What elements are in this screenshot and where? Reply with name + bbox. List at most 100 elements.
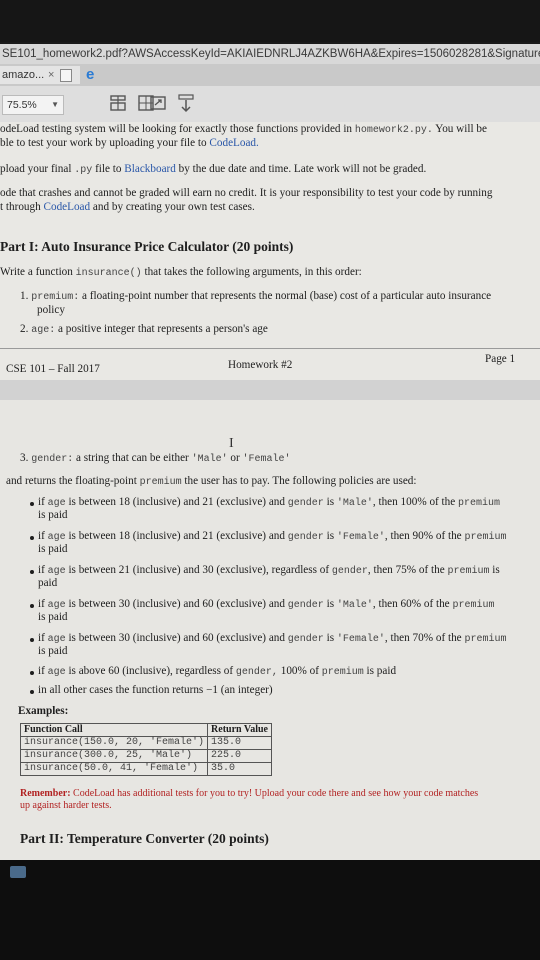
- table-row: insurance(50.0, 41, 'Female') 35.0: [19, 762, 272, 776]
- table-header-row: Function Call Return Value: [19, 723, 272, 737]
- code-ext: .py: [74, 165, 93, 176]
- fit-page-icon[interactable]: [108, 94, 128, 114]
- bullet: [30, 638, 34, 642]
- table-cell: 135.0: [207, 736, 272, 750]
- text: if: [38, 632, 45, 644]
- text: t through: [0, 201, 41, 213]
- tab-amazon[interactable]: amazo... ×: [0, 66, 80, 84]
- text: pload your final: [0, 163, 72, 175]
- table-cell: insurance(150.0, 20, 'Female'): [19, 736, 209, 750]
- text: by the due date and time. Late work will…: [178, 163, 427, 175]
- text: 100% of: [280, 665, 319, 677]
- text: is between 21 (inclusive) and 30 (exclus…: [68, 564, 330, 576]
- text: and returns the floating-point: [6, 475, 137, 487]
- text: is: [492, 564, 500, 576]
- list-number: 2.: [20, 323, 29, 335]
- code-value: premium: [452, 600, 495, 611]
- code-value: 'Male': [336, 600, 373, 611]
- table-cell: insurance(50.0, 41, 'Female'): [19, 762, 209, 776]
- part1-title: Part I: Auto Insurance Price Calculator …: [0, 239, 294, 254]
- text: , then 60% of the: [372, 598, 450, 610]
- text: is between 18 (inclusive) and 21 (exclus…: [68, 530, 285, 542]
- code-value: gender: [331, 566, 368, 577]
- footer-course: CSE 101 – Fall 2017: [6, 363, 100, 375]
- text: a floating-point number that represents …: [82, 290, 492, 302]
- code-value: gender: [287, 498, 324, 509]
- text: is between 30 (inclusive) and 60 (exclus…: [68, 632, 285, 644]
- top-bezel: [0, 0, 540, 42]
- rule-4: if age is between 30 (inclusive) and 60 …: [38, 597, 494, 613]
- bullet: [30, 570, 34, 574]
- code-value: premium: [464, 532, 507, 543]
- download-icon[interactable]: [176, 94, 196, 114]
- new-tab-icon[interactable]: [60, 69, 72, 82]
- bottom-bezel: [0, 860, 540, 960]
- close-tab-icon[interactable]: ×: [48, 66, 54, 84]
- remember-label: Remember:: [20, 788, 71, 799]
- text: or: [230, 452, 240, 464]
- code-value: gender: [287, 634, 324, 645]
- text: a positive integer that represents a per…: [58, 323, 268, 335]
- paragraph-crash-2: t through CodeLoad and by creating your …: [0, 200, 255, 214]
- examples-table: Function Call Return Value insurance(150…: [19, 723, 272, 776]
- bullet: [30, 671, 34, 675]
- code-value: 'Male': [191, 454, 228, 465]
- remember-note-2: up against harder tests.: [20, 800, 112, 811]
- rule-3: if age is between 21 (inclusive) and 30 …: [38, 563, 500, 579]
- code-value: gender,: [235, 667, 278, 678]
- text: is: [326, 632, 335, 644]
- table-cell: 35.0: [207, 762, 272, 776]
- zoom-value: 75.5%: [7, 99, 37, 111]
- chat-bubble-icon[interactable]: [10, 866, 26, 878]
- rule-5-cont: is paid: [38, 645, 68, 657]
- code-value: 'Female': [336, 532, 385, 543]
- examples-label: Examples:: [18, 705, 69, 717]
- function-intro: Write a function insurance() that takes …: [0, 265, 362, 281]
- rotate-icon[interactable]: [148, 94, 168, 114]
- text: a string that can be either: [76, 452, 189, 464]
- remember-note: Remember: CodeLoad has additional tests …: [20, 788, 478, 800]
- arg-age: 2. age: a positive integer that represen…: [20, 322, 268, 338]
- part2-title: Part II: Temperature Converter (20 point…: [20, 831, 269, 846]
- code-value: premium: [464, 634, 507, 645]
- text: , then 90% of the: [384, 530, 462, 542]
- text-cursor-icon: I: [229, 436, 234, 451]
- text: and by creating your own test cases.: [92, 201, 255, 213]
- address-bar[interactable]: SE101_homework2.pdf?AWSAccessKeyId=AKIAI…: [0, 44, 540, 64]
- bullet: [30, 536, 34, 540]
- text: is: [326, 530, 335, 542]
- text: if: [38, 598, 45, 610]
- codeload-link[interactable]: CodeLoad.: [209, 137, 258, 149]
- text: that takes the following arguments, in t…: [144, 266, 362, 278]
- paragraph-upload: pload your final .py file to Blackboard …: [0, 162, 426, 178]
- table-cell: insurance(300.0, 25, 'Male'): [19, 749, 209, 763]
- zoom-select[interactable]: 75.5% ▼: [2, 95, 64, 115]
- codeload-link[interactable]: CodeLoad: [44, 201, 91, 213]
- tab-strip: amazo... × e: [0, 64, 540, 86]
- bullet: [30, 502, 34, 506]
- text: , then 100% of the: [372, 496, 456, 508]
- list-number: 3.: [20, 452, 29, 464]
- code-value: 'Female': [242, 454, 291, 465]
- paragraph-testing-2: ble to test your work by uploading your …: [0, 136, 259, 150]
- rule-1-cont: is paid: [38, 509, 68, 521]
- code-filename: homework2.py.: [354, 125, 433, 136]
- blackboard-link[interactable]: Blackboard: [124, 163, 176, 175]
- table-row: insurance(150.0, 20, 'Female') 135.0: [19, 736, 272, 750]
- text: the user has to pay. The following polic…: [184, 475, 417, 487]
- text: is: [326, 598, 335, 610]
- code-value: premium: [458, 498, 501, 509]
- rule-1: if age is between 18 (inclusive) and 21 …: [38, 495, 500, 511]
- rule-2-cont: is paid: [38, 543, 68, 555]
- text: ble to test your work by uploading your …: [0, 137, 207, 149]
- page-gap: [0, 380, 540, 400]
- pdf-page-1: odeLoad testing system will be looking f…: [0, 122, 540, 380]
- browser-e-icon[interactable]: e: [86, 66, 94, 83]
- bullet: [30, 604, 34, 608]
- footer-rule: [0, 348, 540, 349]
- rule-2: if age is between 18 (inclusive) and 21 …: [38, 529, 506, 545]
- rule-4-cont: is paid: [38, 611, 68, 623]
- code-value: age: [47, 667, 66, 678]
- text: if: [38, 496, 45, 508]
- rule-7: in all other cases the function returns …: [38, 684, 273, 696]
